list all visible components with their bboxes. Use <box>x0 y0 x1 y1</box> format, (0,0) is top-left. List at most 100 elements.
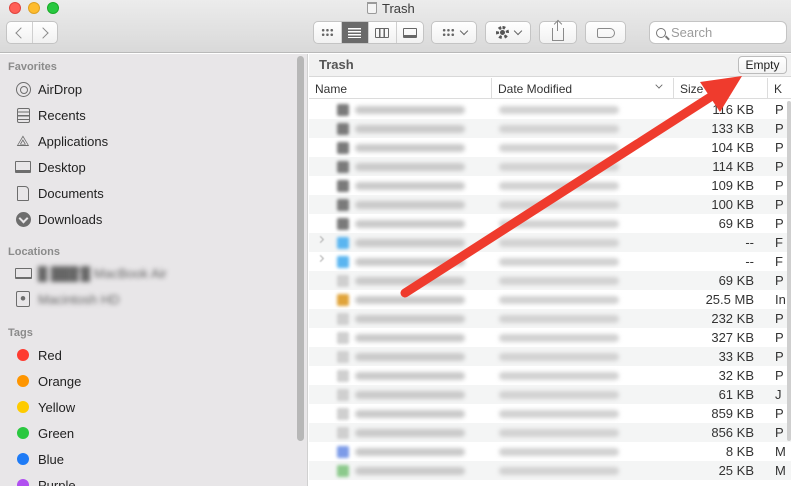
sidebar-tag-red[interactable]: Red <box>14 344 294 366</box>
redacted-date-modified <box>499 239 619 247</box>
table-row[interactable]: 61 KB J <box>309 385 791 404</box>
file-size-cell: 327 KB <box>711 330 754 345</box>
zoom-window-button[interactable] <box>47 2 59 14</box>
file-kind-cell: P <box>775 102 784 117</box>
sidebar-tag-yellow[interactable]: Yellow <box>14 396 294 418</box>
column-header-date-modified[interactable]: Date Modified <box>491 78 668 99</box>
file-size-cell: 8 KB <box>725 444 754 459</box>
table-row[interactable]: 327 KB P <box>309 328 791 347</box>
sidebar-item-desktop[interactable]: Desktop <box>14 156 294 178</box>
column-header-kind[interactable]: K <box>767 78 791 99</box>
sidebar-item-label: AirDrop <box>38 81 83 97</box>
redacted-file-name <box>355 447 465 456</box>
table-row[interactable]: 104 KB P <box>309 138 791 157</box>
action-menu-button[interactable] <box>485 21 531 44</box>
edit-tags-button[interactable] <box>585 21 626 44</box>
file-size-cell: 25 KB <box>718 463 754 478</box>
sidebar-tag-orange[interactable]: Orange <box>14 370 294 392</box>
file-icon <box>337 293 349 306</box>
icon-view-button[interactable] <box>314 22 341 43</box>
file-icon <box>337 407 349 420</box>
table-row[interactable]: -- F <box>309 233 791 252</box>
sidebar-item-airdrop[interactable]: AirDrop <box>14 78 294 100</box>
sidebar-tag-purple[interactable]: Purple <box>14 474 294 486</box>
table-row[interactable]: 25.5 MB In <box>309 290 791 309</box>
minimize-window-button[interactable] <box>28 2 40 14</box>
column-header-label: Date Modified <box>498 81 573 96</box>
sidebar-item-label: Recents <box>38 107 86 123</box>
table-row[interactable]: 25 KB M <box>309 461 791 480</box>
sidebar-item-documents[interactable]: Documents <box>14 182 294 204</box>
gear-icon <box>495 26 509 39</box>
file-icon <box>337 388 349 401</box>
table-row[interactable]: 69 KB P <box>309 271 791 290</box>
file-name-cell <box>337 349 465 364</box>
file-list-scrollbar[interactable] <box>787 101 791 441</box>
table-row[interactable]: 33 KB P <box>309 347 791 366</box>
redacted-file-name <box>355 352 465 361</box>
file-name-cell <box>337 368 465 383</box>
table-row[interactable]: 232 KB P <box>309 309 791 328</box>
redacted-file-name <box>355 314 465 323</box>
sidebar-item-macintosh-hd[interactable]: Macintosh HD <box>14 288 294 310</box>
share-button[interactable] <box>539 20 577 44</box>
file-name-cell <box>337 311 465 326</box>
table-row[interactable]: 109 KB P <box>309 176 791 195</box>
column-header-size[interactable]: Size <box>673 78 767 99</box>
redacted-date-modified <box>499 372 619 380</box>
desktop-icon <box>14 159 32 175</box>
tag-color-dot <box>17 349 29 361</box>
sidebar-scrollbar[interactable] <box>297 56 304 441</box>
search-field[interactable] <box>649 21 787 44</box>
chevron-left-icon <box>15 26 27 39</box>
table-row[interactable]: 116 KB P <box>309 100 791 119</box>
file-name-cell <box>337 463 465 478</box>
file-name-cell <box>337 197 465 212</box>
file-name-cell <box>337 159 465 174</box>
column-view-button[interactable] <box>368 22 396 43</box>
sidebar-item-downloads[interactable]: Downloads <box>14 208 294 230</box>
table-row[interactable]: 133 KB P <box>309 119 791 138</box>
forward-button[interactable] <box>31 22 58 43</box>
table-row[interactable]: 859 KB P <box>309 404 791 423</box>
group-by-button[interactable] <box>431 21 477 44</box>
redacted-date-modified <box>499 410 619 418</box>
table-row[interactable]: 32 KB P <box>309 366 791 385</box>
sidebar-item-applications[interactable]: ⟁ Applications <box>14 130 294 152</box>
table-row[interactable]: 114 KB P <box>309 157 791 176</box>
disclosure-triangle-icon[interactable] <box>316 254 325 263</box>
tag-icon <box>596 27 615 38</box>
redacted-date-modified <box>499 201 619 209</box>
close-window-button[interactable] <box>9 2 21 14</box>
sidebar-tag-blue[interactable]: Blue <box>14 448 294 470</box>
table-row[interactable]: 69 KB P <box>309 214 791 233</box>
sidebar-tag-green[interactable]: Green <box>14 422 294 444</box>
redacted-file-name <box>355 143 465 152</box>
disclosure-triangle-icon[interactable] <box>316 235 325 244</box>
file-name-cell <box>337 273 465 288</box>
window-toolbar: Trash <box>0 0 791 53</box>
redacted-date-modified <box>499 258 619 266</box>
gallery-view-button[interactable] <box>395 22 424 43</box>
table-row[interactable]: 8 KB M <box>309 442 791 461</box>
search-icon <box>656 27 666 38</box>
file-icon <box>337 160 349 173</box>
table-row[interactable]: -- F <box>309 252 791 271</box>
sidebar-heading-favorites: Favorites <box>8 61 57 73</box>
redacted-date-modified <box>499 448 619 456</box>
empty-trash-button[interactable]: Empty <box>738 56 787 74</box>
file-kind-cell: M <box>775 463 786 478</box>
file-size-cell: 69 KB <box>718 273 754 288</box>
sidebar-item-macbook[interactable]: █ ███'█ MacBook Air <box>14 262 294 284</box>
file-kind-cell: P <box>775 425 784 440</box>
back-button[interactable] <box>7 22 32 43</box>
tag-color-dot <box>17 401 29 413</box>
list-view-button[interactable] <box>340 22 368 43</box>
table-row[interactable]: 856 KB P <box>309 423 791 442</box>
redacted-date-modified <box>499 467 619 475</box>
redacted-file-name <box>355 276 465 285</box>
table-row[interactable]: 100 KB P <box>309 195 791 214</box>
search-input[interactable] <box>671 25 781 40</box>
column-header-name[interactable]: Name <box>309 78 489 99</box>
sidebar-item-recents[interactable]: Recents <box>14 104 294 126</box>
